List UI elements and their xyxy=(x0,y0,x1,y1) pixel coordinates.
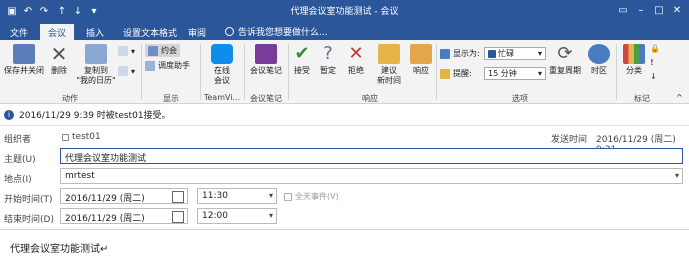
show-as-select[interactable]: 忙碌 ▾ xyxy=(484,47,546,60)
chevron-down-icon[interactable]: ▾ xyxy=(675,171,679,180)
info-icon: i xyxy=(4,109,14,120)
tab-format-text[interactable]: 设置文本格式 xyxy=(115,24,185,40)
show-as-icon xyxy=(440,48,450,59)
subject-field[interactable]: 代理会议室功能测试 xyxy=(60,148,683,164)
tell-me-box[interactable]: 告诉我您想要做什么... xyxy=(225,25,328,38)
forward-icon[interactable]: ▾ xyxy=(118,46,135,56)
scheduling-button[interactable]: 调度助手 xyxy=(145,60,190,71)
globe-icon xyxy=(588,44,610,64)
appointment-button[interactable]: 约会 xyxy=(145,44,180,57)
tab-file[interactable]: 文件 xyxy=(2,24,36,40)
time-zones-button[interactable]: 时区 xyxy=(586,44,612,76)
low-importance-icon[interactable]: ↓ xyxy=(650,72,657,81)
window-title: 代理会议室功能测试 - 会议 xyxy=(290,7,399,17)
message-body[interactable]: 代理会议室功能测试↵ xyxy=(0,229,689,272)
online-meeting-button[interactable]: 在线 会议 xyxy=(204,44,240,86)
more-actions-icon[interactable]: ▾ xyxy=(118,66,135,76)
location-field[interactable]: mrtest ▾ xyxy=(60,168,683,184)
body-text: 代理会议室功能测试↵ xyxy=(10,244,109,255)
calendar-icon[interactable] xyxy=(172,211,184,223)
group-teamviewer-label: TeamVi... xyxy=(203,93,241,102)
minimize-icon[interactable]: – xyxy=(633,2,649,18)
organizer-label: 组织者 xyxy=(4,135,32,145)
sent-label: 发送时间 xyxy=(551,135,588,145)
group-respond-label: 响应 xyxy=(362,94,378,103)
decline-button[interactable]: ✕ 拒绝 xyxy=(344,44,368,76)
group-meeting-notes-label: 会议笔记 xyxy=(250,94,282,103)
tab-review[interactable]: 审阅 xyxy=(180,24,214,40)
tentative-button[interactable]: ? 暂定 xyxy=(316,44,340,76)
categorize-button[interactable]: 分类 xyxy=(620,44,648,76)
recurrence-icon: ⟳ xyxy=(557,43,573,64)
group-show-label: 显示 xyxy=(163,94,179,103)
group-options-label: 选项 xyxy=(512,94,528,103)
end-time-field[interactable]: 12:00 ▾ xyxy=(197,208,277,224)
categorize-icon xyxy=(623,44,645,64)
onenote-icon xyxy=(255,44,277,64)
contact-icon xyxy=(62,133,69,141)
group-tags-label: 标记 xyxy=(634,94,650,103)
location-label: 地点(I) xyxy=(4,175,32,185)
chevron-down-icon[interactable]: ▾ xyxy=(269,211,273,220)
recurrence-button[interactable]: ⟳ 重复周期 xyxy=(548,44,582,76)
high-importance-icon[interactable]: ! xyxy=(650,58,654,67)
checkbox-icon xyxy=(284,192,292,201)
ribbon-display-icon[interactable]: ▭ xyxy=(615,2,631,18)
reminder-select[interactable]: 15 分钟 ▾ xyxy=(484,67,546,80)
title-bar: ▣ ↶ ↷ ↑ ↓ ▾ 代理会议室功能测试 - 会议 ▭ – □ ✕ xyxy=(0,0,689,22)
save-close-button[interactable]: 保存并关闭 xyxy=(4,44,44,76)
save-close-icon xyxy=(13,44,35,64)
start-time-label: 开始时间(T) xyxy=(4,195,53,205)
meeting-notes-button[interactable]: 会议笔记 xyxy=(248,44,284,76)
reminder-label: 提醒: xyxy=(440,68,472,79)
delete-button[interactable]: ✕ 删除 xyxy=(46,44,72,76)
all-day-checkbox[interactable]: 全天事件(V) xyxy=(284,191,339,202)
info-bar: i 2016/11/29 9:39 时被test01接受。 xyxy=(0,104,689,126)
close-icon[interactable]: ✕ xyxy=(669,2,685,18)
respond-button[interactable]: 响应 xyxy=(408,44,434,76)
show-as-label: 显示为: xyxy=(440,48,480,59)
organizer-value: test01 xyxy=(62,132,101,142)
calendar-icon[interactable] xyxy=(172,191,184,203)
chevron-down-icon[interactable]: ▾ xyxy=(269,191,273,200)
question-icon: ? xyxy=(323,43,333,64)
tell-me-text: 告诉我您想要做什么... xyxy=(238,28,328,38)
appointment-icon xyxy=(148,45,158,56)
start-time-field[interactable]: 11:30 ▾ xyxy=(197,188,277,204)
propose-new-time-button[interactable]: 建议 新时间 xyxy=(372,44,406,86)
calendar-copy-icon xyxy=(85,44,107,64)
decline-icon: ✕ xyxy=(348,43,364,64)
lightbulb-icon xyxy=(225,27,234,36)
end-date-field[interactable]: 2016/11/29 (周二) xyxy=(60,208,188,224)
group-actions-label: 动作 xyxy=(62,94,78,103)
copy-to-calendar-button[interactable]: 复制到 "我的日历" xyxy=(76,44,116,86)
scheduling-icon xyxy=(145,60,155,71)
chevron-down-icon: ▾ xyxy=(537,69,542,78)
tab-insert[interactable]: 插入 xyxy=(78,24,112,40)
collapse-ribbon-icon[interactable]: ^ xyxy=(676,93,683,102)
maximize-icon[interactable]: □ xyxy=(651,2,667,18)
start-date-field[interactable]: 2016/11/29 (周二) xyxy=(60,188,188,204)
delete-icon: ✕ xyxy=(50,42,68,66)
info-text: 2016/11/29 9:39 时被test01接受。 xyxy=(19,111,171,121)
tab-meeting[interactable]: 会议 xyxy=(40,24,75,40)
ribbon: 保存并关闭 ✕ 删除 复制到 "我的日历" ▾ ▾ 动作 约会 调度助手 显示 … xyxy=(0,40,689,104)
subject-label: 主题(U) xyxy=(4,155,36,165)
chevron-down-icon: ▾ xyxy=(537,49,542,58)
end-time-label: 结束时间(D) xyxy=(4,215,54,225)
bell-icon xyxy=(440,68,450,79)
ribbon-tabs: 文件 会议 插入 设置文本格式 审阅 告诉我您想要做什么... xyxy=(0,22,689,40)
respond-icon xyxy=(410,44,432,64)
teamviewer-icon xyxy=(211,44,233,64)
checkmark-icon: ✔ xyxy=(294,43,310,64)
propose-time-icon xyxy=(378,44,400,64)
lock-icon[interactable]: 🔒 xyxy=(650,44,660,53)
accept-button[interactable]: ✔ 接受 xyxy=(290,44,314,76)
